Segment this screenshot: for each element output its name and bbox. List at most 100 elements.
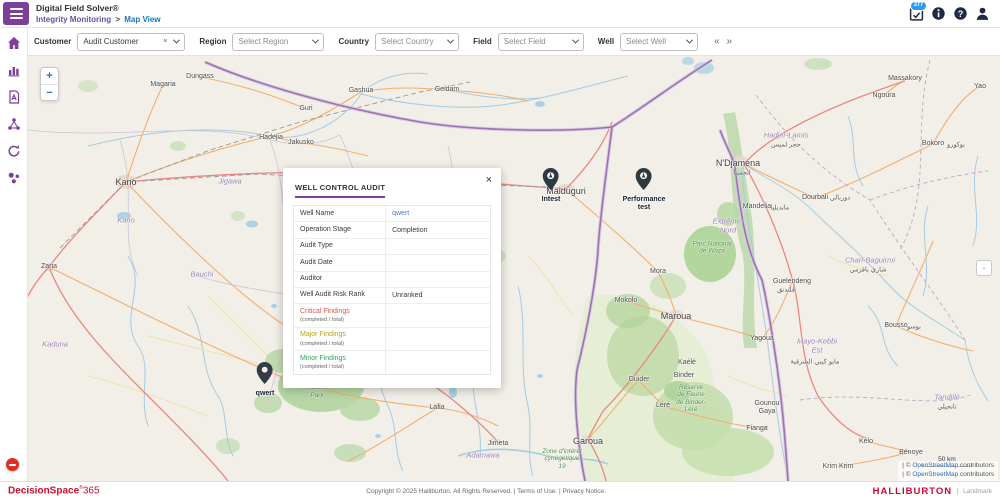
map-tiles	[28, 56, 1000, 481]
table-row: Operation Stage Completion	[294, 222, 490, 238]
help-icon[interactable]: ?	[953, 6, 968, 21]
user-icon[interactable]	[975, 6, 990, 21]
row-label: Well Audit Risk Rank	[300, 291, 379, 299]
row-value-cell	[386, 304, 490, 326]
info-icon[interactable]	[931, 6, 946, 21]
table-row: Audit Date	[294, 255, 490, 271]
openstreetmap-link[interactable]: OpenStreetMap	[912, 471, 958, 478]
row-label-cell: Audit Date	[294, 255, 386, 270]
well-marker[interactable]: qwert	[256, 362, 275, 398]
filter-label: Region	[199, 37, 226, 46]
map-attribution: | © OpenStreetMap contributors| © OpenSt…	[898, 461, 998, 481]
breadcrumb-section[interactable]: Integrity Monitoring	[36, 15, 111, 24]
attribution-line: | © OpenStreetMap contributors	[902, 471, 994, 480]
popup-header: WELL CONTROL AUDIT ×	[283, 168, 501, 198]
notification-badge: 277	[910, 1, 927, 11]
row-label-cell: Major Findings (completed / total)	[294, 328, 386, 350]
row-value-cell: Unranked	[386, 288, 490, 303]
breadcrumb: Integrity Monitoring > Map View	[36, 16, 161, 24]
filter-select-region[interactable]: Select Region	[232, 33, 324, 51]
chevron-down-icon	[447, 37, 454, 44]
row-value-cell: Completion	[386, 222, 490, 237]
attribution-line: | © OpenStreetMap contributors	[902, 462, 994, 471]
well-marker[interactable]: Intest	[542, 168, 561, 204]
filter-label: Well	[598, 37, 614, 46]
well-name-link[interactable]: qwert	[392, 210, 409, 217]
chevron-down-icon	[686, 37, 693, 44]
filter-bar-groups: CustomerAudit Customer× Region Select Regi…	[34, 33, 712, 51]
sidebar	[0, 28, 28, 481]
sidebar-item-distribution[interactable]	[6, 170, 22, 186]
filter-group-field: Field Select Field	[473, 33, 584, 51]
row-value: Unranked	[392, 292, 422, 299]
row-value-cell: qwert	[386, 206, 490, 221]
well-marker-label: qwert	[256, 390, 275, 398]
row-value-cell	[386, 272, 490, 287]
attribution-prefix: | ©	[902, 471, 912, 478]
menu-button[interactable]	[3, 2, 29, 25]
row-label: Minor Findings	[300, 355, 379, 363]
well-pin-icon[interactable]	[257, 362, 273, 389]
well-pin-icon[interactable]	[543, 168, 559, 195]
row-label: Operation Stage	[300, 226, 379, 234]
table-row: Audit Type	[294, 239, 490, 255]
filter-select-customer[interactable]: Audit Customer×	[77, 33, 185, 51]
collapse-filters-icon[interactable]: « »	[714, 36, 734, 47]
decisionspace-logo: DecisionSpace®365	[0, 486, 100, 496]
landmark-logo: Landmark	[957, 488, 992, 495]
well-marker-label: Performance test	[623, 196, 666, 211]
top-bar: Digital Field Solver® Integrity Monitori…	[0, 0, 1000, 28]
openstreetmap-link[interactable]: OpenStreetMap	[912, 462, 958, 469]
table-row: Minor Findings(completed / total)	[294, 351, 490, 373]
layers-icon[interactable]	[976, 260, 992, 276]
filter-group-region: Region Select Region	[199, 33, 324, 51]
sidebar-item-home[interactable]	[6, 35, 22, 51]
breadcrumb-separator-icon: >	[115, 15, 120, 24]
chevron-down-icon	[173, 37, 180, 44]
select-value: Select Region	[238, 37, 309, 46]
attribution-suffix: contributors	[958, 462, 994, 469]
app-title: Digital Field Solver®	[36, 4, 161, 13]
app-window: Digital Field Solver® Integrity Monitori…	[0, 0, 1000, 500]
topbar-actions: 277 ?	[909, 6, 1000, 21]
breadcrumb-page[interactable]: Map View	[124, 15, 160, 24]
halliburton-logo: HALLIBURTON	[873, 486, 952, 497]
clear-icon[interactable]: ×	[163, 38, 167, 45]
row-sublabel: (completed / total)	[300, 317, 379, 323]
table-row: Critical Findings(completed / total)	[294, 304, 490, 327]
table-row: Major Findings (completed / total)	[294, 328, 490, 351]
row-label-cell: Minor Findings(completed / total)	[294, 351, 386, 373]
map-canvas[interactable]: MagariaDungassGashuaGeidamGuriHadejiaJak…	[28, 56, 1000, 481]
sidebar-item-analytics[interactable]	[6, 62, 22, 78]
row-label: Well Name	[300, 210, 379, 218]
well-control-audit-popup: WELL CONTROL AUDIT × Well Name qwert Opera…	[283, 168, 501, 388]
well-pin-icon[interactable]	[636, 168, 652, 195]
svg-text:?: ?	[958, 9, 964, 19]
row-value-cell	[386, 239, 490, 254]
map-zoom-control: + −	[40, 67, 59, 101]
row-label-cell: Well Audit Risk Rank	[294, 288, 386, 303]
footer: DecisionSpace®365 Copyright © 2025 Halli…	[0, 481, 1000, 500]
tasks-calendar-icon[interactable]: 277	[909, 6, 924, 21]
sidebar-item-asset-doc[interactable]	[6, 89, 22, 105]
zoom-in-button[interactable]: +	[41, 68, 58, 84]
filter-label: Field	[473, 37, 492, 46]
row-label: Major Findings	[300, 331, 379, 339]
popup-title: WELL CONTROL AUDIT	[295, 183, 385, 198]
sidebar-item-network[interactable]	[6, 116, 22, 132]
table-row: Well Name qwert	[294, 206, 490, 222]
chat-icon[interactable]	[6, 458, 19, 471]
attribution-prefix: | ©	[902, 462, 912, 469]
select-value: Select Field	[504, 37, 569, 46]
row-sublabel: (completed / total)	[300, 341, 379, 347]
sidebar-item-sync[interactable]	[6, 143, 22, 159]
filter-select-well[interactable]: Select Well	[620, 33, 698, 51]
filter-group-customer: CustomerAudit Customer×	[34, 33, 185, 51]
filter-select-field[interactable]: Select Field	[498, 33, 584, 51]
row-label: Audit Date	[300, 259, 379, 267]
well-marker[interactable]: Performance test	[623, 168, 666, 211]
zoom-out-button[interactable]: −	[41, 84, 58, 100]
filter-select-country[interactable]: Select Country	[375, 33, 459, 51]
close-icon[interactable]: ×	[484, 173, 494, 188]
chevron-down-icon	[312, 37, 319, 44]
